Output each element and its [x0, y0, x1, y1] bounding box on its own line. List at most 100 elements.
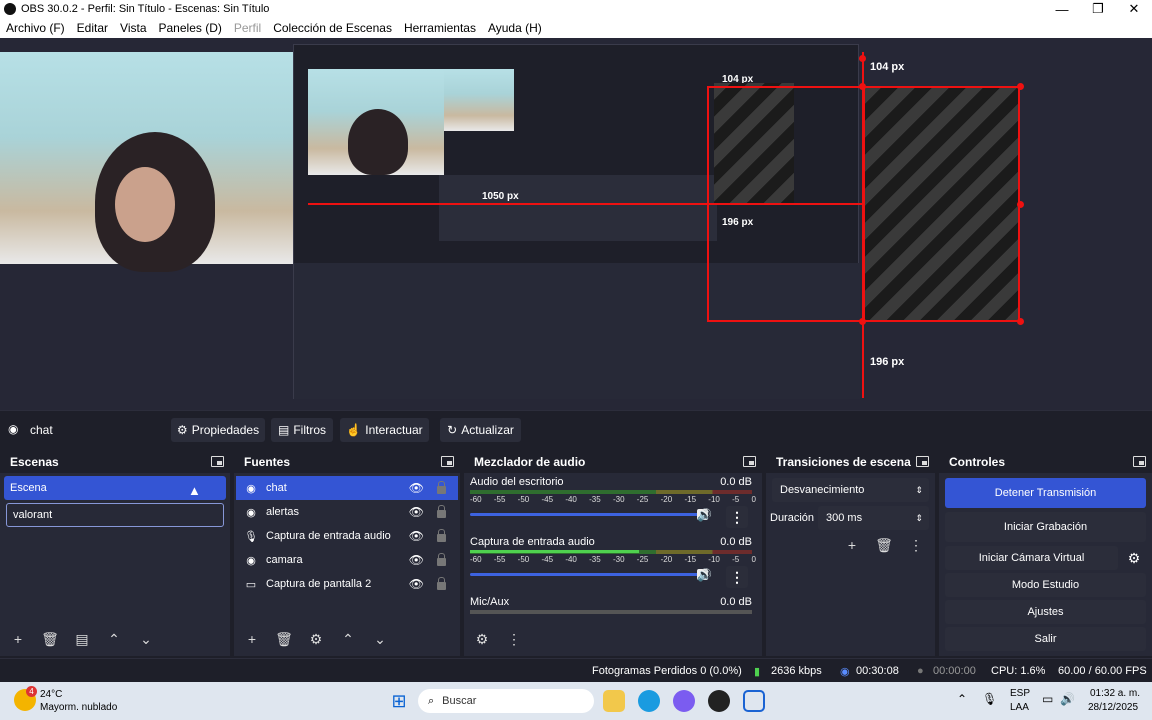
- add-source-button[interactable]: +: [238, 628, 266, 650]
- scene-filters-button[interactable]: ▤: [68, 628, 96, 650]
- language-top[interactable]: ESP: [1010, 688, 1030, 699]
- language-bottom[interactable]: LAA: [1010, 702, 1029, 713]
- channel-name: Captura de entrada audio: [470, 536, 595, 548]
- maximize-button[interactable]: ❐: [1080, 0, 1116, 18]
- stop-streaming-button[interactable]: Detener Transmisión: [945, 478, 1146, 508]
- scene-item-valorant[interactable]: valorant: [6, 503, 224, 527]
- visibility-eye-icon[interactable]: 👁: [409, 529, 424, 543]
- menu-herramientas[interactable]: Herramientas: [404, 21, 476, 35]
- move-up-button[interactable]: ⌃: [100, 628, 128, 650]
- menu-archivo[interactable]: Archivo (F): [6, 21, 65, 35]
- menu-editar[interactable]: Editar: [77, 21, 108, 35]
- source-item[interactable]: ▭ Captura de pantalla 2 👁: [236, 572, 458, 596]
- lock-icon[interactable]: [437, 577, 446, 590]
- source-bounding-box[interactable]: [862, 86, 1020, 322]
- transitions-title: Transiciones de escena: [776, 454, 911, 469]
- volume-slider[interactable]: [470, 509, 708, 520]
- preview-canvas[interactable]: 1050 px 196 px 104 px 104 px 196 px: [0, 38, 1152, 410]
- properties-button[interactable]: ⚙ Propiedades: [171, 418, 265, 442]
- app-taskbar-icon[interactable]: [743, 690, 765, 712]
- menu-ayuda[interactable]: Ayuda (H): [488, 21, 542, 35]
- studio-mode-button[interactable]: Modo Estudio: [945, 573, 1146, 597]
- menu-vista[interactable]: Vista: [120, 21, 146, 35]
- start-recording-button[interactable]: Iniciar Grabación: [945, 512, 1146, 542]
- filter-icon: ▤: [277, 423, 290, 437]
- transition-menu-button[interactable]: ⋮: [902, 534, 930, 556]
- resize-handle-tr[interactable]: [1017, 83, 1024, 90]
- source-bounding-box-outline[interactable]: [707, 86, 865, 322]
- move-up-button[interactable]: ⌃: [334, 628, 362, 650]
- top-distance-label: 104 px: [870, 61, 905, 73]
- resize-handle-br[interactable]: [1017, 318, 1024, 325]
- resize-handle-r[interactable]: [1017, 201, 1024, 208]
- channel-name: Audio del escritorio: [470, 476, 564, 488]
- source-item[interactable]: 🎙 Captura de entrada audio 👁: [236, 524, 458, 548]
- refresh-button[interactable]: ↻ Actualizar: [440, 418, 521, 442]
- remove-transition-button[interactable]: 🗑: [870, 534, 898, 556]
- file-explorer-icon[interactable]: [603, 690, 625, 712]
- guide-handle-top[interactable]: [859, 55, 866, 62]
- lock-icon[interactable]: [437, 505, 446, 518]
- microphone-icon[interactable]: 🎙: [982, 692, 997, 706]
- virtual-camera-settings-gear-icon[interactable]: ⚙: [1122, 546, 1146, 570]
- add-transition-button[interactable]: +: [838, 534, 866, 556]
- filters-button[interactable]: ▤ Filtros: [271, 418, 333, 442]
- visibility-eye-icon[interactable]: 👁: [409, 577, 424, 591]
- undock-icon[interactable]: [743, 456, 756, 467]
- clock-time[interactable]: 01:32 a. m.: [1090, 688, 1140, 699]
- lock-icon[interactable]: [437, 481, 446, 494]
- move-down-button[interactable]: ⌄: [366, 628, 394, 650]
- minimize-button[interactable]: —: [1044, 0, 1080, 18]
- camera-feed[interactable]: [0, 52, 308, 272]
- windows-start-icon[interactable]: ⊞: [388, 690, 410, 712]
- source-properties-button[interactable]: ⚙: [302, 628, 330, 650]
- source-item[interactable]: ◉ chat 👁: [236, 476, 458, 500]
- start-virtual-camera-button[interactable]: Iniciar Cámara Virtual: [945, 546, 1118, 570]
- undock-icon[interactable]: [916, 456, 929, 467]
- move-down-button[interactable]: ⌄: [132, 628, 160, 650]
- visibility-eye-icon[interactable]: 👁: [409, 505, 424, 519]
- mouse-cursor-icon: ▲: [188, 483, 201, 498]
- menu-coleccion-escenas[interactable]: Colección de Escenas: [273, 21, 392, 35]
- transition-select[interactable]: Desvanecimiento ⇕: [772, 478, 929, 502]
- visibility-eye-icon[interactable]: 👁: [409, 553, 424, 567]
- menu-paneles[interactable]: Paneles (D): [159, 21, 222, 35]
- volume-icon[interactable]: 🔊: [1060, 692, 1075, 706]
- channel-menu-button[interactable]: ⋮: [726, 566, 748, 588]
- channel-menu-button[interactable]: ⋮: [726, 506, 748, 528]
- close-button[interactable]: ✕: [1116, 0, 1152, 18]
- settings-button[interactable]: Ajustes: [945, 600, 1146, 624]
- source-item[interactable]: ◉ alertas 👁: [236, 500, 458, 524]
- mixer-channel: Captura de entrada audio 0.0 dB -60 -55 -5…: [464, 533, 762, 593]
- duration-spinbox[interactable]: 300 ms ⇕: [818, 506, 929, 530]
- lock-icon[interactable]: [437, 529, 446, 542]
- lock-icon[interactable]: [437, 553, 446, 566]
- speaker-icon[interactable]: 🔊: [697, 508, 712, 522]
- resize-handle-bl[interactable]: [859, 318, 866, 325]
- exit-button[interactable]: Salir: [945, 627, 1146, 651]
- remove-source-button[interactable]: 🗑: [270, 628, 298, 650]
- undock-icon[interactable]: [441, 456, 454, 467]
- resize-handle-tl[interactable]: [859, 83, 866, 90]
- mixer-menu-button[interactable]: ⋮: [500, 628, 528, 650]
- volume-slider[interactable]: [470, 569, 708, 580]
- interact-button[interactable]: ☝ Interactuar: [340, 418, 429, 442]
- undock-icon[interactable]: [211, 456, 224, 467]
- speaker-icon[interactable]: 🔊: [697, 568, 712, 582]
- browser-icon: ◉: [8, 422, 19, 436]
- add-scene-button[interactable]: +: [4, 628, 32, 650]
- remove-scene-button[interactable]: 🗑: [36, 628, 64, 650]
- visibility-eye-icon[interactable]: 👁: [409, 481, 424, 495]
- scenes-footer: + 🗑 ▤ ⌃ ⌄: [0, 622, 230, 656]
- advanced-audio-gear-icon[interactable]: ⚙: [468, 628, 496, 650]
- discord-icon[interactable]: [673, 690, 695, 712]
- obs-taskbar-icon[interactable]: [708, 690, 730, 712]
- menu-perfil[interactable]: Perfil: [234, 21, 261, 35]
- source-item[interactable]: ◉ camara 👁: [236, 548, 458, 572]
- edge-browser-icon[interactable]: [638, 690, 660, 712]
- tray-chevron-up-icon[interactable]: ⌃: [957, 692, 967, 706]
- network-icon[interactable]: ▭: [1042, 692, 1053, 706]
- undock-icon[interactable]: [1133, 456, 1146, 467]
- clock-date[interactable]: 28/12/2025: [1088, 702, 1138, 713]
- taskbar-search[interactable]: ⌕ Buscar: [418, 689, 594, 713]
